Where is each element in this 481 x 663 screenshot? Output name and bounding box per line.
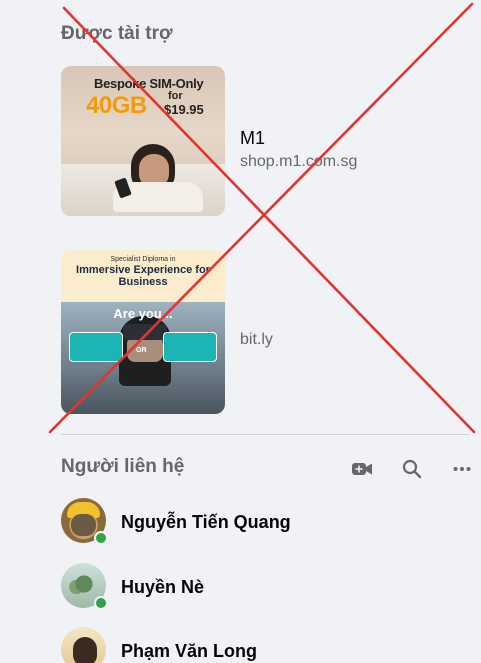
new-video-room-icon[interactable] — [350, 458, 374, 480]
contact-item[interactable]: Nguyễn Tiến Quang — [61, 498, 461, 546]
online-status-dot — [94, 596, 108, 610]
ad-image-option-right — [163, 332, 217, 362]
ad-image-option-left — [69, 332, 123, 362]
online-status-dot — [94, 531, 108, 545]
ad-image-data-amount: 40GB — [86, 92, 147, 119]
ad-image-or: OR — [136, 347, 147, 354]
ad-image-subheadline: Specialist Diploma in — [110, 256, 176, 263]
divider — [61, 434, 469, 435]
right-rail: Được tài trợ Bespoke SIM-Only 40GB for $… — [0, 0, 481, 663]
ad-image-price: $19.95 — [164, 102, 204, 117]
contacts-heading: Người liên hệ — [61, 456, 185, 477]
ad-domain[interactable]: shop.m1.com.sg — [240, 153, 357, 171]
search-icon[interactable] — [400, 458, 424, 480]
ad-advertiser-name[interactable]: M1 — [240, 128, 265, 149]
avatar — [61, 627, 106, 663]
contact-name: Huyền Nè — [121, 577, 205, 597]
sponsored-ad-m1[interactable]: Bespoke SIM-Only 40GB for $19.95 M1 shop… — [61, 66, 481, 216]
contact-item[interactable]: Huyền Nè — [61, 563, 461, 611]
ad-image-question: Are you... — [113, 306, 173, 321]
contact-item[interactable]: Phạm Văn Long — [61, 627, 461, 663]
more-options-icon[interactable] — [450, 458, 474, 480]
sponsored-ad-diploma[interactable]: Specialist Diploma in Immersive Experien… — [61, 250, 481, 414]
sponsored-heading: Được tài trợ — [61, 23, 173, 44]
contacts-toolbar — [350, 458, 475, 480]
ad-image[interactable]: Specialist Diploma in Immersive Experien… — [61, 250, 225, 414]
ad-image[interactable]: Bespoke SIM-Only 40GB for $19.95 — [61, 66, 225, 216]
ad-domain[interactable]: bit.ly — [240, 331, 273, 349]
contact-name: Nguyễn Tiến Quang — [121, 512, 291, 532]
ad-image-for: for — [168, 90, 183, 102]
ad-image-headline: Bespoke SIM-Only — [94, 76, 204, 91]
ad-image-headline: Immersive Experience for Business — [76, 264, 210, 288]
contact-name: Phạm Văn Long — [121, 641, 258, 661]
